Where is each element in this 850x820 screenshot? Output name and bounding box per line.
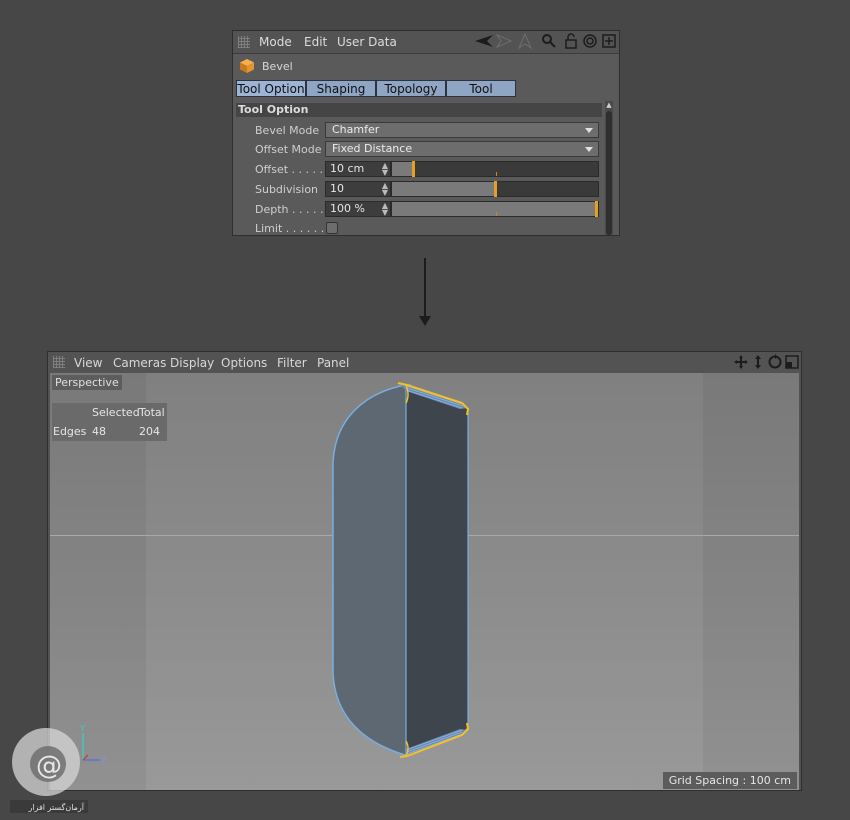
- section-header[interactable]: Tool Option: [236, 103, 602, 117]
- zoom-view-icon[interactable]: [750, 354, 766, 370]
- subdivision-input[interactable]: 10 ▲ ▼: [325, 181, 391, 197]
- viewport-menubar: View Cameras Display Options Filter Pane…: [48, 352, 801, 373]
- viewport-canvas[interactable]: Perspective Selected Total Edges 48 204: [50, 373, 799, 790]
- target-icon[interactable]: [582, 33, 598, 49]
- spinner-icon[interactable]: ▲ ▼: [382, 162, 388, 177]
- offset-slider[interactable]: [391, 161, 599, 177]
- scroll-up-icon[interactable]: ▲: [605, 101, 613, 109]
- grip-icon[interactable]: [53, 356, 65, 368]
- lock-icon[interactable]: [563, 33, 579, 49]
- menu-filter[interactable]: Filter: [277, 356, 307, 370]
- beveled-box-object[interactable]: [50, 373, 799, 790]
- offset-label: Offset . . . . . .: [255, 163, 331, 176]
- attribute-manager-panel: Mode Edit User Data Bevel Tool Option Sh…: [232, 30, 620, 236]
- spinner-icon[interactable]: ▲ ▼: [382, 182, 388, 197]
- offset-input[interactable]: 10 cm ▲ ▼: [325, 161, 391, 177]
- tool-header: Bevel: [233, 54, 619, 78]
- offset-mode-dropdown[interactable]: Fixed Distance: [325, 141, 599, 157]
- up-arrow-icon[interactable]: [517, 33, 533, 49]
- subdivision-value: 10: [330, 182, 344, 195]
- search-icon[interactable]: [541, 33, 557, 49]
- menu-user-data[interactable]: User Data: [337, 35, 397, 49]
- bevel-cube-icon: [240, 59, 254, 73]
- subdivision-label: Subdivision: [255, 183, 319, 196]
- depth-slider-knob[interactable]: [595, 201, 598, 217]
- subdivision-slider-knob[interactable]: [494, 181, 497, 197]
- attribute-menubar: Mode Edit User Data: [233, 31, 619, 54]
- tab-tool[interactable]: Tool: [446, 80, 516, 97]
- bevel-mode-label: Bevel Mode: [255, 124, 320, 137]
- menu-edit[interactable]: Edit: [304, 35, 327, 49]
- menu-cameras[interactable]: Cameras: [113, 356, 166, 370]
- menu-mode[interactable]: Mode: [259, 35, 292, 49]
- move-view-icon[interactable]: [733, 354, 749, 370]
- depth-slider-fill: [392, 202, 596, 216]
- axis-z-label: Z: [101, 756, 107, 765]
- limit-label: Limit . . . . . . .: [255, 222, 332, 235]
- new-panel-icon[interactable]: [601, 33, 617, 49]
- watermark-text: آرمان‌گستر افزار: [27, 802, 84, 812]
- svg-text:@: @: [36, 751, 62, 781]
- slider-tick: [496, 172, 497, 176]
- limit-checkbox[interactable]: [326, 222, 338, 234]
- rotate-view-icon[interactable]: [767, 354, 783, 370]
- offset-slider-knob[interactable]: [412, 161, 415, 177]
- tab-topology[interactable]: Topology: [376, 80, 446, 97]
- offset-slider-fill: [392, 162, 413, 176]
- down-arrow-icon: [419, 258, 431, 326]
- menu-options[interactable]: Options: [221, 356, 267, 370]
- back-arrow-icon[interactable]: [473, 33, 495, 49]
- offset-mode-label: Offset Mode: [255, 143, 322, 156]
- viewport-panel: View Cameras Display Options Filter Pane…: [47, 351, 802, 791]
- offset-mode-value: Fixed Distance: [332, 142, 413, 155]
- tool-title: Bevel: [262, 60, 293, 73]
- grid-spacing-label: Grid Spacing : 100 cm: [662, 772, 797, 789]
- panel-scrollbar[interactable]: ▲: [605, 101, 613, 235]
- tab-tool-option[interactable]: Tool Option: [236, 80, 306, 97]
- menu-view[interactable]: View: [74, 356, 102, 370]
- chevron-down-icon: [585, 147, 593, 152]
- chevron-down-icon: [585, 128, 593, 133]
- menu-panel[interactable]: Panel: [317, 356, 349, 370]
- bevel-mode-dropdown[interactable]: Chamfer: [325, 122, 599, 138]
- menu-display[interactable]: Display: [170, 356, 214, 370]
- maximize-view-icon[interactable]: [784, 354, 800, 370]
- depth-slider[interactable]: [391, 201, 599, 217]
- depth-label: Depth . . . . . .: [255, 203, 331, 216]
- tab-shaping[interactable]: Shaping: [306, 80, 376, 97]
- bevel-mode-value: Chamfer: [332, 123, 380, 136]
- depth-input[interactable]: 100 % ▲ ▼: [325, 201, 391, 217]
- slider-tick: [496, 212, 497, 216]
- depth-value: 100 %: [330, 202, 365, 215]
- watermark-logo: @ آرمان‌گستر افزار: [10, 728, 88, 813]
- scroll-thumb[interactable]: [606, 111, 612, 235]
- subdivision-slider[interactable]: [391, 181, 599, 197]
- object-front-face: [332, 384, 411, 756]
- forward-arrow-icon[interactable]: [495, 33, 513, 49]
- spinner-icon[interactable]: ▲ ▼: [382, 202, 388, 217]
- object-side-face: [405, 384, 469, 757]
- grip-icon[interactable]: [238, 36, 250, 48]
- subdivision-slider-fill: [392, 182, 495, 196]
- offset-value: 10 cm: [330, 162, 365, 175]
